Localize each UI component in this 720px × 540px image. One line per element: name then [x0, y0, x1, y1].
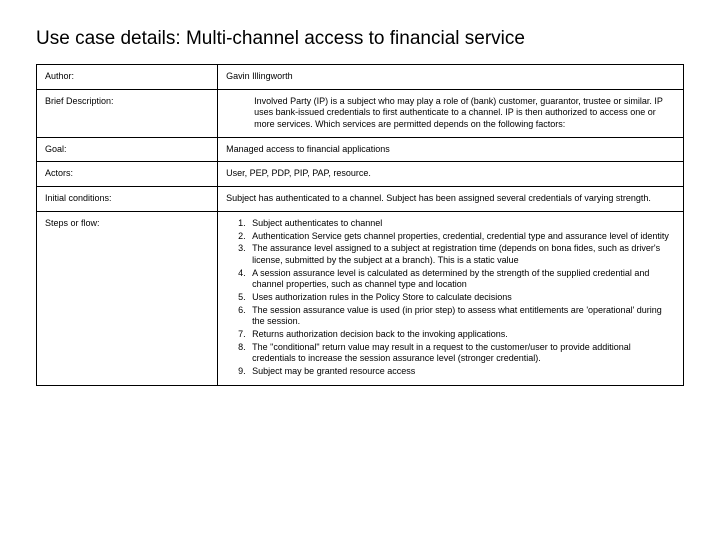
goal-label: Goal: — [37, 137, 218, 162]
list-item: Returns authorization decision back to t… — [248, 329, 675, 341]
list-item: Uses authorization rules in the Policy S… — [248, 292, 675, 304]
row-brief: Brief Description: Involved Party (IP) i… — [37, 89, 684, 137]
brief-value: Involved Party (IP) is a subject who may… — [218, 89, 684, 137]
initial-value: Subject has authenticated to a channel. … — [218, 187, 684, 212]
author-value: Gavin Illingworth — [218, 65, 684, 90]
actors-label: Actors: — [37, 162, 218, 187]
brief-label: Brief Description: — [37, 89, 218, 137]
steps-label: Steps or flow: — [37, 211, 218, 385]
row-goal: Goal: Managed access to financial applic… — [37, 137, 684, 162]
usecase-table: Author: Gavin Illingworth Brief Descript… — [36, 64, 684, 386]
row-author: Author: Gavin Illingworth — [37, 65, 684, 90]
list-item: Authentication Service gets channel prop… — [248, 231, 675, 243]
page-title: Use case details: Multi-channel access t… — [36, 28, 684, 50]
actors-value: User, PEP, PDP, PIP, PAP, resource. — [218, 162, 684, 187]
list-item: A session assurance level is calculated … — [248, 268, 675, 291]
list-item: The "conditional" return value may resul… — [248, 342, 675, 365]
steps-list: Subject authenticates to channel Authent… — [226, 218, 675, 378]
list-item: Subject authenticates to channel — [248, 218, 675, 230]
list-item: Subject may be granted resource access — [248, 366, 675, 378]
goal-value: Managed access to financial applications — [218, 137, 684, 162]
steps-value: Subject authenticates to channel Authent… — [218, 211, 684, 385]
list-item: The assurance level assigned to a subjec… — [248, 243, 675, 266]
row-steps: Steps or flow: Subject authenticates to … — [37, 211, 684, 385]
author-label: Author: — [37, 65, 218, 90]
row-initial: Initial conditions: Subject has authenti… — [37, 187, 684, 212]
row-actors: Actors: User, PEP, PDP, PIP, PAP, resour… — [37, 162, 684, 187]
list-item: The session assurance value is used (in … — [248, 305, 675, 328]
initial-label: Initial conditions: — [37, 187, 218, 212]
